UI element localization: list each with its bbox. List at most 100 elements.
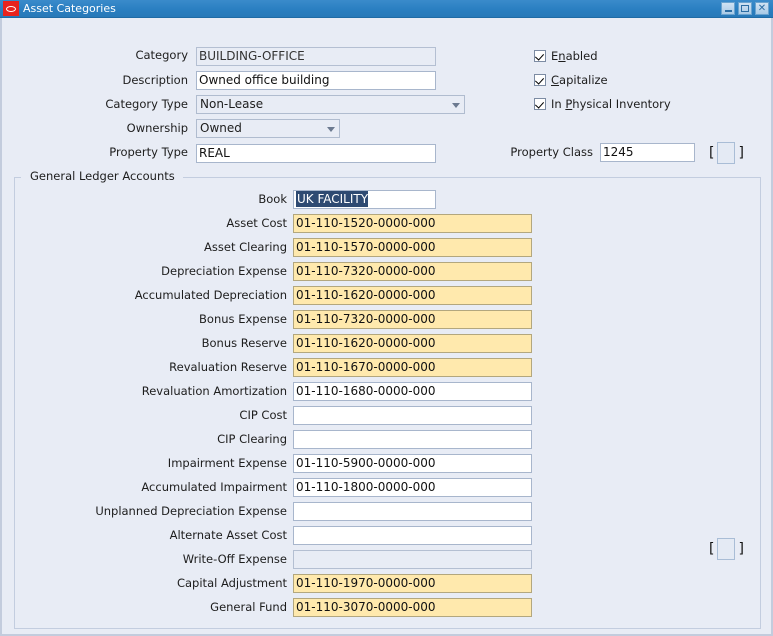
- label-bonus-reserve: Bonus Reserve: [201, 336, 287, 350]
- label-asset-clearing: Asset Clearing: [204, 240, 287, 254]
- minimize-button[interactable]: [721, 2, 735, 15]
- label-capitalize: Capitalize: [551, 73, 608, 87]
- gl-row-label-wrap: Revaluation Reserve: [32, 360, 287, 374]
- gl-row-label-wrap: Depreciation Expense: [32, 264, 287, 278]
- input-unplanned-depreciation-expense[interactable]: [293, 502, 532, 521]
- field-row-book: Book: [182, 192, 287, 206]
- flashlight-lov-icon[interactable]: [717, 142, 736, 164]
- label-impairment-expense: Impairment Expense: [167, 456, 287, 470]
- label-in-physical-inventory: In Physical Inventory: [551, 97, 671, 111]
- input-asset-clearing[interactable]: 01-110-1570-0000-000: [293, 238, 532, 257]
- lov-bracket-close: ]: [738, 145, 744, 161]
- input-general-fund[interactable]: 01-110-3070-0000-000: [293, 598, 532, 617]
- label-book: Book: [258, 192, 287, 206]
- checkbox-enabled[interactable]: [534, 50, 546, 62]
- checkbox-row-in-physical-inventory[interactable]: In Physical Inventory: [534, 97, 671, 111]
- asset-categories-window: Asset Categories ✕ Category BUILDING-OFF…: [0, 0, 773, 636]
- label-cip-clearing: CIP Clearing: [217, 432, 287, 446]
- oracle-logo-icon: [3, 1, 19, 16]
- window-controls: ✕: [721, 2, 769, 15]
- select-category-type-value: Non-Lease: [200, 97, 264, 111]
- gl-row-label-wrap: Unplanned Depreciation Expense: [32, 504, 287, 518]
- label-asset-cost: Asset Cost: [226, 216, 287, 230]
- window-titlebar[interactable]: Asset Categories ✕: [0, 0, 773, 18]
- label-depreciation-expense: Depreciation Expense: [161, 264, 287, 278]
- window-title: Asset Categories: [23, 1, 116, 15]
- label-accumulated-depreciation: Accumulated Depreciation: [134, 288, 287, 302]
- gl-row-label-wrap: Asset Clearing: [32, 240, 287, 254]
- group-title-general-ledger-accounts: General Ledger Accounts: [27, 169, 178, 183]
- input-bonus-expense[interactable]: 01-110-7320-0000-000: [293, 310, 532, 329]
- label-category-type: Category Type: [105, 97, 188, 111]
- input-bonus-reserve[interactable]: 01-110-1620-0000-000: [293, 334, 532, 353]
- gl-row-label-wrap: Revaluation Amortization: [32, 384, 287, 398]
- label-property-class: Property Class: [510, 145, 593, 159]
- gl-row-label-wrap: Write-Off Expense: [32, 552, 287, 566]
- input-impairment-expense[interactable]: 01-110-5900-0000-000: [293, 454, 532, 473]
- label-revaluation-reserve: Revaluation Reserve: [169, 360, 287, 374]
- label-cip-cost: CIP Cost: [239, 408, 287, 422]
- input-accumulated-depreciation[interactable]: 01-110-1620-0000-000: [293, 286, 532, 305]
- input-property-type[interactable]: REAL: [196, 144, 436, 163]
- input-accumulated-impairment[interactable]: 01-110-1800-0000-000: [293, 478, 532, 497]
- input-alternate-asset-cost[interactable]: [293, 526, 532, 545]
- input-capital-adjustment[interactable]: 01-110-1970-0000-000: [293, 574, 532, 593]
- label-general-fund: General Fund: [210, 600, 287, 614]
- chevron-down-icon: [327, 127, 335, 132]
- input-category[interactable]: BUILDING-OFFICE: [196, 47, 436, 66]
- label-ownership: Ownership: [126, 121, 188, 135]
- input-description[interactable]: Owned office building: [196, 71, 436, 90]
- label-bonus-expense: Bonus Expense: [199, 312, 287, 326]
- checkbox-in-physical-inventory[interactable]: [534, 98, 546, 110]
- field-row-property-type: Property Type: [88, 145, 188, 159]
- checkbox-row-capitalize[interactable]: Capitalize: [534, 73, 608, 87]
- chevron-down-icon: [452, 103, 460, 108]
- label-revaluation-amortization: Revaluation Amortization: [141, 384, 287, 398]
- input-book-value: UK FACILITY: [296, 191, 369, 207]
- gl-row-label-wrap: Impairment Expense: [32, 456, 287, 470]
- lov-bracket-open: [: [709, 541, 715, 557]
- gl-row-label-wrap: Accumulated Impairment: [32, 480, 287, 494]
- input-book[interactable]: UK FACILITY: [293, 190, 436, 209]
- field-row-ownership: Ownership: [98, 121, 188, 135]
- field-row-property-class: Property Class: [507, 145, 593, 159]
- label-enabled: Enabled: [551, 49, 598, 63]
- maximize-button[interactable]: [738, 2, 752, 15]
- input-cip-clearing[interactable]: [293, 430, 532, 449]
- property-class-lov[interactable]: [ ]: [709, 142, 744, 164]
- input-depreciation-expense[interactable]: 01-110-7320-0000-000: [293, 262, 532, 281]
- gl-row-label-wrap: Alternate Asset Cost: [32, 528, 287, 542]
- label-description: Description: [122, 73, 189, 87]
- flashlight-lov-icon[interactable]: [717, 538, 736, 560]
- select-category-type[interactable]: Non-Lease: [196, 95, 465, 114]
- label-property-type: Property Type: [109, 145, 188, 159]
- gl-row-label-wrap: Bonus Expense: [32, 312, 287, 326]
- checkbox-capitalize[interactable]: [534, 74, 546, 86]
- input-property-class[interactable]: 1245: [600, 143, 695, 162]
- input-write-off-expense: [293, 550, 532, 569]
- field-row-category-type: Category Type: [82, 97, 188, 111]
- checkbox-row-enabled[interactable]: Enabled: [534, 49, 598, 63]
- select-ownership-value: Owned: [200, 121, 242, 135]
- alternate-asset-cost-lov[interactable]: [ ]: [709, 538, 744, 560]
- label-write-off-expense: Write-Off Expense: [182, 552, 287, 566]
- close-icon: ✕: [757, 3, 767, 14]
- gl-row-label-wrap: CIP Clearing: [32, 432, 287, 446]
- label-unplanned-depreciation-expense: Unplanned Depreciation Expense: [95, 504, 287, 518]
- label-alternate-asset-cost: Alternate Asset Cost: [169, 528, 287, 542]
- label-capital-adjustment: Capital Adjustment: [176, 576, 287, 590]
- close-button[interactable]: ✕: [755, 2, 769, 15]
- select-ownership[interactable]: Owned: [196, 119, 340, 138]
- lov-bracket-close: ]: [738, 541, 744, 557]
- gl-row-label-wrap: Accumulated Depreciation: [32, 288, 287, 302]
- input-cip-cost[interactable]: [293, 406, 532, 425]
- input-asset-cost[interactable]: 01-110-1520-0000-000: [293, 214, 532, 233]
- gl-row-label-wrap: Asset Cost: [32, 216, 287, 230]
- label-category: Category: [135, 48, 188, 62]
- form-client-area: Category BUILDING-OFFICE Description Own…: [0, 18, 773, 636]
- input-revaluation-reserve[interactable]: 01-110-1670-0000-000: [293, 358, 532, 377]
- label-accumulated-impairment: Accumulated Impairment: [141, 480, 287, 494]
- input-revaluation-amortization[interactable]: 01-110-1680-0000-000: [293, 382, 532, 401]
- gl-row-label-wrap: Capital Adjustment: [32, 576, 287, 590]
- field-row-description: Description: [102, 73, 189, 87]
